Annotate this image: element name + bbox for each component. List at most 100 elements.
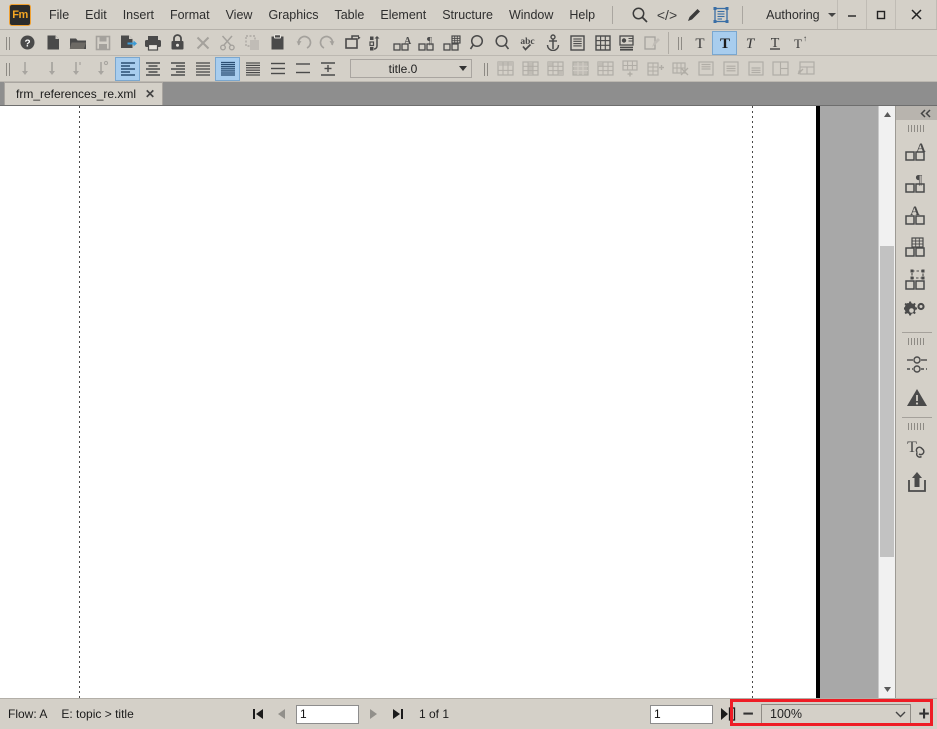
cut-button[interactable] — [215, 31, 240, 55]
insert-table-tool-button[interactable] — [493, 57, 518, 81]
line-spacing-single-button[interactable] — [15, 57, 40, 81]
cross-reference-icon[interactable]: T — [900, 435, 934, 465]
character-designer-button[interactable]: A — [390, 31, 415, 55]
xml-code-view-icon[interactable]: </> — [655, 3, 679, 27]
paragraph-toolbar-grip[interactable] — [4, 58, 12, 79]
toolbar-grip[interactable] — [4, 32, 12, 53]
page-number-input[interactable] — [296, 704, 359, 724]
menu-graphics[interactable]: Graphics — [260, 4, 326, 26]
table-row-shade-button[interactable] — [518, 57, 543, 81]
indent-button[interactable] — [315, 57, 340, 81]
scroll-down-icon[interactable] — [879, 681, 895, 698]
footnote-icon[interactable] — [615, 31, 640, 55]
grid-table-icon[interactable] — [590, 31, 615, 55]
menu-format[interactable]: Format — [162, 4, 218, 26]
search-icon[interactable] — [628, 3, 652, 27]
superscript-button[interactable]: T ↑ — [787, 31, 812, 55]
dock-collapse-button[interactable] — [896, 106, 937, 120]
insert-element-button[interactable] — [340, 31, 365, 55]
line-spacing-double-button[interactable] — [65, 57, 90, 81]
document-tab[interactable]: frm_references_re.xml ✕ — [4, 82, 164, 105]
dock-grip-mid[interactable] — [907, 338, 926, 346]
line-spacing-onehalf-button[interactable] — [40, 57, 65, 81]
scroll-up-icon[interactable] — [879, 106, 895, 123]
menu-window[interactable]: Window — [501, 4, 561, 26]
spell-check-button[interactable]: abc — [515, 31, 540, 55]
cut-table-cells-button[interactable] — [668, 57, 693, 81]
line-spacing-custom-button[interactable] — [90, 57, 115, 81]
last-page-icon[interactable] — [388, 705, 407, 724]
save-button[interactable] — [90, 31, 115, 55]
spacing-large-button[interactable] — [290, 57, 315, 81]
lock-button[interactable] — [165, 31, 190, 55]
plain-text-button[interactable]: T — [687, 31, 712, 55]
publish-upload-icon[interactable] — [900, 467, 934, 497]
print-button[interactable] — [140, 31, 165, 55]
menu-element[interactable]: Element — [372, 4, 434, 26]
table-toolbar-grip[interactable] — [482, 58, 490, 79]
table-designer-button[interactable] — [440, 31, 465, 55]
menu-file[interactable]: File — [41, 4, 77, 26]
menu-view[interactable]: View — [218, 4, 261, 26]
close-button[interactable] — [895, 0, 937, 29]
align-justify-button[interactable] — [190, 57, 215, 81]
menu-table[interactable]: Table — [326, 4, 372, 26]
zoom-level-selector[interactable]: 100% — [761, 703, 911, 725]
zoom-out-button[interactable]: − — [739, 705, 757, 724]
spacing-medium-button[interactable] — [265, 57, 290, 81]
wrap-element-button[interactable] — [365, 31, 390, 55]
anchor-icon[interactable] — [540, 31, 565, 55]
open-document-button[interactable] — [65, 31, 90, 55]
goto-page-icon[interactable] — [717, 704, 739, 724]
spacing-small-button[interactable] — [240, 57, 265, 81]
delete-button[interactable] — [190, 31, 215, 55]
paste-button[interactable] — [265, 31, 290, 55]
previous-page-icon[interactable] — [272, 705, 291, 724]
track-changes-icon[interactable] — [640, 31, 665, 55]
scrollbar-track[interactable] — [879, 123, 895, 681]
menu-edit[interactable]: Edit — [77, 4, 115, 26]
menu-help[interactable]: Help — [561, 4, 603, 26]
object-designer-icon[interactable] — [900, 265, 934, 295]
menu-structure[interactable]: Structure — [434, 4, 501, 26]
text-style-grip[interactable] — [676, 32, 684, 53]
table-grid-button[interactable] — [593, 57, 618, 81]
spacing-none-button[interactable] — [215, 56, 240, 81]
vertical-scrollbar[interactable] — [878, 106, 895, 698]
author-view-icon[interactable] — [682, 3, 706, 27]
save-as-button[interactable] — [115, 31, 140, 55]
document-page[interactable] — [0, 106, 820, 698]
workspace-selector[interactable]: Authoring — [766, 8, 836, 22]
cell-align-top-button[interactable] — [693, 57, 718, 81]
add-row-button[interactable] — [618, 57, 643, 81]
merge-cells-button[interactable] — [793, 57, 818, 81]
undo-button[interactable] — [290, 31, 315, 55]
align-left-button[interactable] — [115, 56, 140, 81]
copy-button[interactable] — [240, 31, 265, 55]
underline-button[interactable]: T — [762, 31, 787, 55]
split-cells-button[interactable] — [768, 57, 793, 81]
bold-button[interactable]: T — [712, 30, 737, 55]
chevron-down-icon[interactable] — [890, 710, 910, 718]
text-frame-icon[interactable] — [565, 31, 590, 55]
paragraph-format-selector[interactable]: title.0 — [350, 59, 472, 78]
wysiwyg-view-icon[interactable] — [709, 3, 733, 27]
conditional-text-icon[interactable] — [900, 350, 934, 380]
paragraph-designer-icon[interactable]: ¶ — [900, 169, 934, 199]
cell-align-bottom-button[interactable] — [743, 57, 768, 81]
dock-grip-low[interactable] — [907, 423, 926, 431]
add-column-button[interactable] — [643, 57, 668, 81]
first-page-icon[interactable] — [248, 705, 267, 724]
scrollbar-thumb[interactable] — [880, 246, 894, 557]
zoom-in-view-button[interactable] — [490, 31, 515, 55]
next-page-icon[interactable] — [364, 705, 383, 724]
help-button[interactable]: ? — [15, 31, 40, 55]
chevron-down-icon[interactable] — [455, 60, 471, 77]
dock-grip-top[interactable] — [907, 125, 926, 133]
minimize-button[interactable] — [837, 0, 866, 29]
gears-icon[interactable] — [900, 297, 934, 327]
warning-triangle-icon[interactable] — [900, 382, 934, 412]
table-column-button[interactable] — [543, 57, 568, 81]
redo-button[interactable] — [315, 31, 340, 55]
document-canvas[interactable] — [0, 106, 878, 698]
